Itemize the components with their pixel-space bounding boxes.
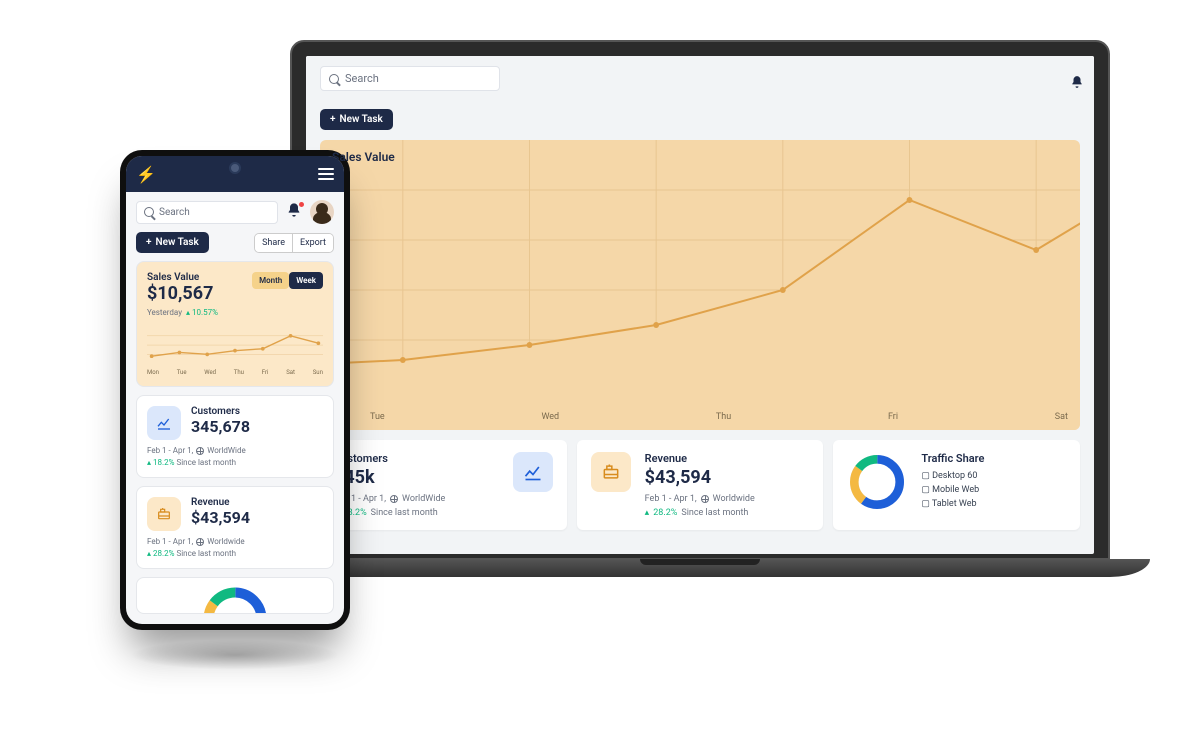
phone-header-row: Search — [126, 192, 344, 232]
sales-value-title: Sales Value — [320, 140, 407, 174]
share-button[interactable]: Share — [255, 234, 292, 252]
sales-value-title: Sales Value — [147, 272, 213, 283]
stat-cards-row: Customers 345k Feb 1 - Apr 1, WorldWide … — [306, 440, 1094, 542]
search-icon — [144, 207, 154, 217]
traffic-item: Mobile Web — [921, 485, 1066, 495]
laptop-toolbar: + New Task — [306, 101, 1094, 140]
sales-value-chart: Sales Value — [320, 140, 1080, 430]
search-placeholder: Search — [345, 72, 379, 85]
period-toggle: Month Week — [252, 272, 323, 289]
globe-icon — [196, 538, 204, 546]
laptop-mockup: Search + New Task Sales Value — [250, 40, 1150, 600]
mini-x-labels: MonTueWedThuFriSatSun — [147, 369, 323, 376]
plus-icon: + — [330, 114, 336, 125]
traffic-list: Desktop 60 Mobile Web Tablet Web — [921, 471, 1066, 509]
traffic-share-card: Traffic Share Desktop 60 Mobile Web Tabl… — [833, 440, 1080, 530]
yesterday-label: Yesterday — [147, 308, 182, 317]
customers-label: Customers — [191, 406, 250, 417]
yesterday-row: Yesterday 10.57% — [147, 308, 323, 317]
cash-register-icon — [591, 452, 631, 492]
globe-icon — [701, 495, 709, 503]
revenue-delta: 28.2% Since last month — [645, 508, 810, 518]
search-input[interactable]: Search — [320, 66, 500, 91]
sales-value-amount: $10,567 — [147, 283, 213, 304]
laptop-bezel: Search + New Task Sales Value — [290, 40, 1110, 560]
laptop-base — [250, 559, 1150, 577]
revenue-card: Revenue $43,594 Feb 1 - Apr 1, Worldwide… — [136, 486, 334, 569]
cash-register-icon — [147, 497, 181, 531]
laptop-header: Search — [306, 56, 1094, 101]
bell-icon[interactable] — [1070, 74, 1080, 84]
line-chart-svg — [320, 140, 1080, 430]
customers-range: Feb 1 - Apr 1, WorldWide — [147, 446, 323, 455]
revenue-range: Feb 1 - Apr 1, Worldwide — [147, 537, 323, 546]
traffic-item: Tablet Web — [921, 499, 1066, 509]
revenue-delta: 28.2% Since last month — [147, 549, 323, 558]
globe-icon — [196, 447, 204, 455]
yesterday-pct: 10.57% — [186, 308, 218, 317]
chart-icon — [513, 452, 553, 492]
customers-value: 345k — [334, 467, 499, 488]
donut-card — [136, 577, 334, 614]
traffic-label: Traffic Share — [921, 452, 1066, 465]
customers-delta: 18.2% Since last month — [334, 508, 499, 518]
xlabel: Fri — [888, 412, 898, 422]
globe-icon — [390, 495, 398, 503]
phone-toolbar: + New Task Share Export — [126, 232, 344, 261]
xlabel: Thu — [716, 412, 731, 422]
phone-mockup: ⚡ Search + New Task Share Export — [120, 150, 350, 630]
revenue-range: Feb 1 - Apr 1, Worldwide — [645, 494, 810, 504]
customers-card: Customers 345,678 Feb 1 - Apr 1, WorldWi… — [136, 395, 334, 478]
new-task-button[interactable]: + New Task — [320, 109, 393, 130]
bell-icon[interactable] — [286, 202, 302, 222]
new-task-button[interactable]: + New Task — [136, 232, 209, 253]
revenue-label: Revenue — [191, 497, 250, 508]
share-export-group: Share Export — [254, 233, 334, 253]
donut-chart — [847, 452, 907, 512]
search-icon — [329, 74, 339, 84]
avatar[interactable] — [310, 200, 334, 224]
plus-icon: + — [146, 237, 152, 248]
search-input[interactable]: Search — [136, 201, 278, 224]
xlabel: Tue — [370, 412, 385, 422]
mini-line-chart — [147, 325, 323, 367]
chart-x-labels: Tue Wed Thu Fri Sat — [370, 412, 1068, 422]
sales-value-card: Sales Value $10,567 Month Week Yesterday… — [136, 261, 334, 387]
laptop-screen: Search + New Task Sales Value — [306, 56, 1094, 554]
customers-value: 345,678 — [191, 417, 250, 436]
revenue-value: $43,594 — [191, 508, 250, 527]
customers-label: Customers — [334, 452, 499, 465]
customers-delta: 18.2% Since last month — [147, 458, 323, 467]
bolt-icon: ⚡ — [136, 165, 156, 184]
phone-content: Sales Value $10,567 Month Week Yesterday… — [126, 261, 344, 624]
phone-screen: ⚡ Search + New Task Share Export — [126, 156, 344, 624]
revenue-label: Revenue — [645, 452, 810, 465]
customers-card: Customers 345k Feb 1 - Apr 1, WorldWide … — [320, 440, 567, 530]
chart-icon — [147, 406, 181, 440]
phone-navbar: ⚡ — [126, 156, 344, 192]
search-placeholder: Search — [159, 207, 190, 218]
revenue-card: Revenue $43,594 Feb 1 - Apr 1, Worldwide… — [577, 440, 824, 530]
new-task-label: New Task — [340, 114, 383, 125]
customers-range: Feb 1 - Apr 1, WorldWide — [334, 494, 499, 504]
new-task-label: New Task — [156, 237, 199, 248]
toggle-month[interactable]: Month — [252, 272, 289, 289]
traffic-item: Desktop 60 — [921, 471, 1066, 481]
toggle-week[interactable]: Week — [289, 272, 323, 289]
phone-shadow — [130, 640, 340, 670]
revenue-value: $43,594 — [645, 467, 810, 488]
xlabel: Sat — [1055, 412, 1068, 422]
xlabel: Wed — [541, 412, 559, 422]
export-button[interactable]: Export — [292, 234, 333, 252]
